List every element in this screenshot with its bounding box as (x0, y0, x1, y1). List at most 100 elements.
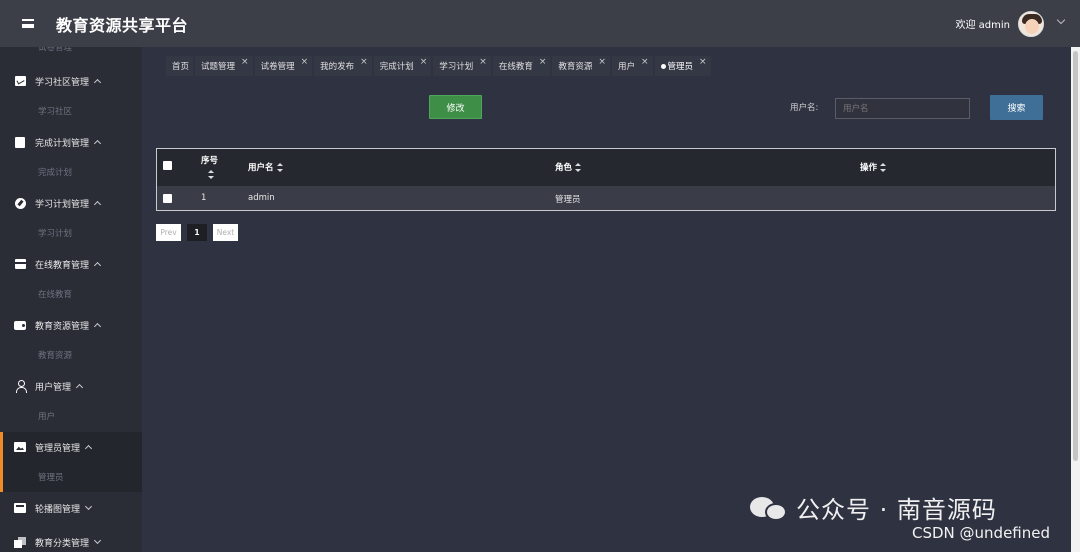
table-header: 序号 用户名 角色 操作 (157, 149, 1055, 186)
sidebar-item-label: 完成计划管理 (35, 138, 90, 149)
app-title: 教育资源共享平台 (56, 15, 189, 35)
tab-finish-plan[interactable]: 完成计划 × (373, 56, 432, 76)
column-header-username[interactable]: 用户名 (248, 161, 283, 173)
chevron-up-icon (93, 200, 102, 209)
tab-paper-mgmt[interactable]: 试卷管理 × (254, 56, 313, 76)
tab-users[interactable]: 用户 × (611, 56, 653, 76)
sidebar-item-users[interactable]: 用户管理 (0, 371, 142, 401)
column-header-actions[interactable]: 操作 (860, 161, 887, 173)
sidebar-sub-item-admins[interactable]: 管理员 (0, 462, 142, 492)
sidebar-item-study-plan[interactable]: 学习计划管理 (0, 188, 142, 218)
sidebar-item-label: 教育资源管理 (35, 321, 90, 332)
sidebar-sub-item-edu-resource[interactable]: 教育资源 (0, 340, 142, 370)
sidebar-sub-item-partial[interactable]: 试卷管理 (0, 47, 142, 57)
sidebar-sub-item-study-plan[interactable]: 学习计划 (0, 218, 142, 248)
book-icon (14, 136, 26, 148)
sidebar-item-community[interactable]: 学习社区管理 (0, 66, 142, 96)
tab-label: 首页 (172, 62, 190, 72)
sort-icon[interactable] (880, 163, 887, 172)
search-button[interactable]: 搜索 (990, 95, 1043, 120)
column-header-role[interactable]: 角色 (555, 161, 582, 173)
username-search-input[interactable] (835, 98, 970, 119)
sidebar-group-community: 学习社区管理 学习社区 (0, 66, 142, 126)
column-header-index[interactable]: 序号 (201, 154, 218, 166)
close-icon[interactable]: × (420, 57, 428, 67)
menu-toggle-icon[interactable] (8, 0, 48, 47)
sidebar-item-label: 用户管理 (35, 382, 72, 393)
sidebar-group-users: 用户管理 用户 (0, 371, 142, 431)
close-icon[interactable]: × (641, 57, 649, 67)
chevron-up-icon (84, 444, 93, 453)
tab-label: 学习计划 (439, 62, 474, 72)
next-page-button[interactable]: Next (213, 224, 238, 241)
admin-table: 序号 用户名 角色 操作 1 admin 管理员 (156, 148, 1056, 211)
chart-icon (14, 75, 26, 87)
cell-role: 管理员 (555, 195, 581, 205)
tab-question-mgmt[interactable]: 试题管理 × (195, 56, 253, 76)
row-checkbox[interactable] (163, 194, 172, 203)
table-row[interactable]: 1 admin 管理员 (157, 186, 1055, 210)
tab-label: 完成计划 (379, 62, 414, 72)
tab-label: 教育资源 (558, 62, 593, 72)
close-icon[interactable]: × (301, 57, 309, 67)
sidebar-item-category[interactable]: 教育分类管理 (0, 527, 142, 552)
close-icon[interactable]: × (598, 57, 606, 67)
sidebar-group-study-plan: 学习计划管理 学习计划 (0, 188, 142, 248)
watermark-text: 公众号 · 南音源码 (796, 496, 997, 524)
sidebar-group-category: 教育分类管理 (0, 527, 142, 552)
sidebar-group-carousel: 轮播图管理 (0, 493, 142, 523)
chevron-down-icon[interactable] (1056, 15, 1066, 25)
tab-online-edu[interactable]: 在线教育 × (492, 56, 551, 76)
sidebar-sub-item-finish-plan[interactable]: 完成计划 (0, 157, 142, 187)
pagination: Prev 1 Next (156, 224, 238, 241)
close-icon[interactable]: × (539, 57, 547, 67)
chevron-down-icon (93, 536, 102, 545)
carousel-icon (14, 502, 26, 514)
prev-page-button[interactable]: Prev (156, 224, 181, 241)
tab-label: 用户 (617, 62, 635, 72)
sidebar-item-label: 学习计划管理 (35, 199, 90, 210)
sidebar-sub-item-community[interactable]: 学习社区 (0, 96, 142, 126)
sidebar-item-label: 管理员管理 (35, 443, 81, 454)
user-menu[interactable]: 欢迎 admin (955, 0, 1066, 47)
tab-home[interactable]: 首页 (166, 56, 194, 76)
close-icon[interactable]: × (241, 57, 249, 67)
gift-icon (14, 258, 26, 270)
sidebar-sub-item-users[interactable]: 用户 (0, 401, 142, 431)
sidebar-item-label: 在线教育管理 (35, 260, 90, 271)
sidebar-item-online-edu[interactable]: 在线教育管理 (0, 249, 142, 279)
tab-admins[interactable]: 管理员 × (654, 56, 711, 76)
select-all-checkbox[interactable] (163, 161, 172, 170)
tab-edu-resource[interactable]: 教育资源 × (552, 56, 610, 76)
csdn-watermark: CSDN @undefined (912, 524, 1051, 542)
sidebar-item-label: 学习社区管理 (35, 77, 90, 88)
sidebar-item-finish-plan[interactable]: 完成计划管理 (0, 127, 142, 157)
sidebar-item-carousel[interactable]: 轮播图管理 (0, 493, 142, 523)
sidebar-sub-item-online-edu[interactable]: 在线教育 (0, 279, 142, 309)
close-icon[interactable]: × (479, 57, 487, 67)
tab-label: 管理员 (667, 62, 694, 72)
sort-icon[interactable] (276, 163, 283, 172)
scrollbar-thumb[interactable] (1073, 51, 1078, 461)
avatar[interactable] (1018, 10, 1044, 37)
page-scrollbar[interactable] (1071, 47, 1080, 552)
column-label: 操作 (860, 163, 878, 173)
column-label: 用户名 (248, 163, 274, 173)
chevron-up-icon (93, 322, 102, 331)
page-number-button[interactable]: 1 (187, 224, 207, 241)
wallet-icon (14, 319, 26, 331)
sort-icon[interactable] (208, 170, 214, 179)
tab-my-posts[interactable]: 我的发布 × (314, 56, 372, 76)
sort-icon[interactable] (575, 163, 582, 172)
image-icon (14, 441, 26, 453)
top-bar: 教育资源共享平台 欢迎 admin (0, 0, 1080, 47)
sidebar-group-admins: 管理员管理 管理员 (0, 432, 142, 492)
sidebar-item-admins[interactable]: 管理员管理 (0, 432, 142, 462)
close-icon[interactable]: × (699, 57, 707, 67)
watermark: 公众号 · 南音源码 (750, 490, 997, 525)
sidebar-item-edu-resource[interactable]: 教育资源管理 (0, 310, 142, 340)
welcome-text: 欢迎 admin (955, 20, 1010, 31)
tab-study-plan[interactable]: 学习计划 × (433, 56, 491, 76)
edit-button[interactable]: 修改 (429, 95, 482, 119)
close-icon[interactable]: × (360, 57, 368, 67)
